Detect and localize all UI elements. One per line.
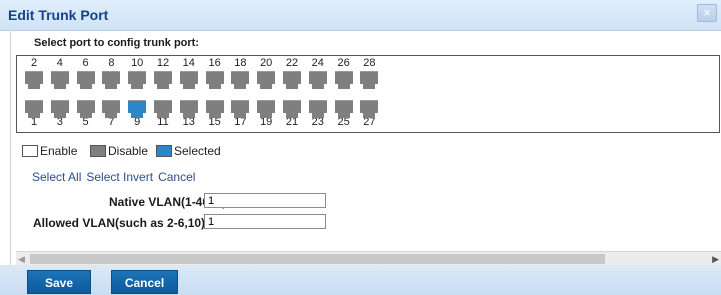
port-icon — [308, 100, 327, 118]
port-number-label: 12 — [156, 57, 170, 69]
port-number-label: 20 — [260, 57, 273, 69]
port-enable-icon — [22, 145, 38, 157]
dialog-footer: Save Cancel — [0, 265, 721, 295]
close-button[interactable]: × — [697, 4, 717, 22]
horizontal-scrollbar[interactable]: ◀ ▶ — [16, 251, 721, 266]
cancel-button[interactable]: Cancel — [111, 270, 178, 294]
port-icon — [102, 100, 121, 118]
port-number-label: 5 — [82, 116, 89, 128]
port-icon — [360, 71, 379, 89]
scroll-left-icon[interactable]: ◀ — [18, 254, 28, 264]
port-number-label: 4 — [56, 57, 63, 69]
port-icon — [50, 71, 69, 89]
dialog-titlebar: Edit Trunk Port × — [0, 0, 721, 31]
port-number-label: 7 — [108, 116, 115, 128]
cancel-selection-link[interactable]: Cancel — [158, 170, 195, 184]
port-number-label: 28 — [363, 57, 376, 69]
port-icon — [257, 71, 276, 89]
port-icon — [154, 71, 172, 89]
port-icon — [257, 100, 276, 118]
port-icon — [128, 71, 147, 89]
port-number-label: 8 — [108, 57, 115, 69]
legend-disable-label: Disable — [108, 144, 149, 158]
scroll-right-icon[interactable]: ▶ — [709, 254, 719, 264]
select-invert-link[interactable]: Select Invert — [86, 170, 153, 184]
port-number-label: 9 — [134, 116, 141, 128]
select-all-link[interactable]: Select All — [32, 170, 81, 184]
port-number-label: 27 — [363, 116, 376, 128]
port-number-label: 24 — [311, 57, 324, 69]
port-select-heading: Select port to config trunk port: — [34, 37, 199, 49]
port-selected-icon — [156, 145, 172, 157]
legend-selected-label: Selected — [174, 144, 221, 158]
port-number-label: 17 — [234, 116, 247, 128]
port-icon — [25, 100, 43, 118]
allowed-vlan-input[interactable] — [204, 214, 326, 229]
port-icon — [76, 71, 95, 89]
port-icon — [50, 100, 69, 118]
port-number-label: 3 — [56, 116, 63, 128]
port-icon — [360, 100, 379, 118]
port-icon — [334, 71, 353, 89]
port-number-label: 6 — [82, 57, 89, 69]
port-number-label: 21 — [285, 116, 299, 128]
port-icon — [205, 71, 224, 89]
port-panel: 2 4 6 8 10 12 14 16 18 20 22 24 26 28 1 3 5 7 9 11 13 15 17 19 2… — [16, 55, 720, 133]
port-icon — [205, 100, 224, 118]
port-number-label: 14 — [182, 57, 195, 69]
port-number-label: 25 — [337, 116, 350, 128]
port-icon — [231, 71, 250, 89]
port-number-label: 13 — [182, 116, 195, 128]
port-number-label: 10 — [131, 57, 144, 69]
port-number-label: 11 — [157, 116, 169, 128]
port-number-label: 18 — [234, 57, 247, 69]
port-number-label: 2 — [30, 57, 38, 69]
port-icon — [25, 71, 43, 89]
port-icon — [334, 100, 353, 118]
port-icon — [231, 100, 250, 118]
scroll-thumb[interactable] — [30, 254, 605, 264]
native-vlan-input[interactable] — [204, 193, 326, 208]
port-number-label: 1 — [30, 116, 38, 128]
port-icon — [154, 100, 172, 118]
legend-enable-label: Enable — [40, 144, 78, 158]
port-icon — [179, 71, 198, 89]
port-number-label: 19 — [260, 116, 273, 128]
port-number-label: 16 — [208, 57, 221, 69]
port-icon — [283, 71, 301, 89]
port-icon — [102, 71, 121, 89]
dialog-title: Edit Trunk Port — [8, 7, 109, 23]
port-disable-icon — [90, 145, 106, 157]
port-number-label: 15 — [208, 116, 221, 128]
port-icon — [283, 100, 301, 118]
port-number-label: 23 — [311, 116, 324, 128]
port-actions: Select All Select Invert Cancel — [32, 170, 200, 184]
port-icon — [128, 100, 147, 118]
allowed-vlan-label: Allowed VLAN(such as 2-6,10): — [33, 216, 210, 230]
port-icon — [76, 100, 95, 118]
port-number-label: 22 — [285, 57, 299, 69]
port-icon — [308, 71, 327, 89]
port-icon — [179, 100, 198, 118]
save-button[interactable]: Save — [27, 270, 91, 294]
port-number-label: 26 — [337, 57, 350, 69]
